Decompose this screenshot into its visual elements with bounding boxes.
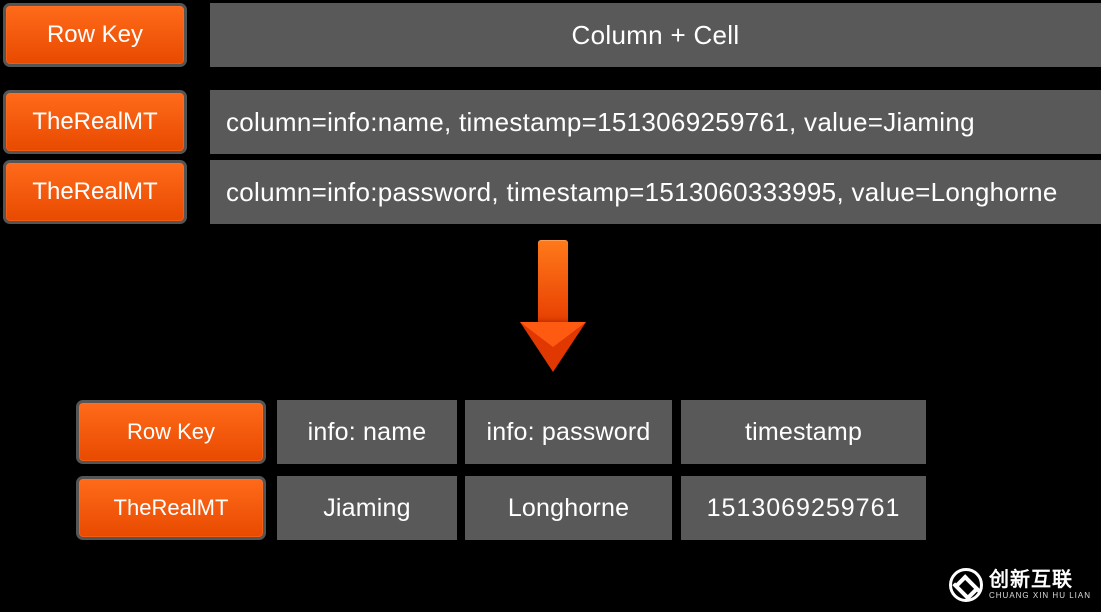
cell-info-name-value: Jiaming: [323, 494, 411, 523]
rowkey-header-top: Row Key: [3, 3, 187, 67]
col-info-password-header-label: info: password: [487, 418, 651, 447]
cell-info-password-value: Longhorne: [508, 494, 629, 523]
col-info-password-header: info: password: [465, 400, 672, 464]
brand-logo-cn: 创新互联: [989, 570, 1091, 590]
cell-text-2: column=info:password, timestamp=15130603…: [210, 160, 1101, 224]
bottom-header-row: Row Key info: name info: password timest…: [76, 400, 926, 464]
cell-timestamp: 1513069259761: [681, 476, 926, 540]
cell-info-password: Longhorne: [465, 476, 672, 540]
brand-logo-icon: [949, 568, 983, 602]
rowkey-header-bottom-label: Row Key: [127, 419, 215, 445]
arrow-down-icon: [520, 240, 586, 375]
bottom-data-row: TheRealMT Jiaming Longhorne 151306925976…: [76, 476, 926, 540]
rowkey-cell-1: TheRealMT: [3, 90, 187, 154]
rowkey-header-label: Row Key: [47, 21, 143, 49]
rowkey-data-bottom: TheRealMT: [76, 476, 266, 540]
column-cell-header: Column + Cell: [210, 3, 1101, 67]
brand-logo-en: CHUANG XIN HU LIAN: [989, 592, 1091, 600]
top-header-row: Row Key Column + Cell: [0, 3, 1101, 71]
cell-info-name: Jiaming: [277, 476, 457, 540]
rowkey-data-bottom-label: TheRealMT: [114, 495, 229, 521]
cell-text-1-value: column=info:name, timestamp=151306925976…: [226, 107, 975, 138]
rowkey-header-bottom: Row Key: [76, 400, 266, 464]
brand-logo: 创新互联 CHUANG XIN HU LIAN: [949, 568, 1091, 602]
rowkey-cell-2: TheRealMT: [3, 160, 187, 224]
brand-logo-text: 创新互联 CHUANG XIN HU LIAN: [989, 570, 1091, 600]
top-data-row-2: TheRealMT column=info:password, timestam…: [0, 160, 1101, 228]
cell-text-1: column=info:name, timestamp=151306925976…: [210, 90, 1101, 154]
cell-timestamp-value: 1513069259761: [707, 494, 901, 523]
rowkey-cell-2-label: TheRealMT: [32, 178, 157, 206]
rowkey-cell-1-label: TheRealMT: [32, 108, 157, 136]
column-cell-header-label: Column + Cell: [572, 20, 740, 51]
col-timestamp-header-label: timestamp: [745, 418, 862, 447]
col-info-name-header: info: name: [277, 400, 457, 464]
col-info-name-header-label: info: name: [308, 418, 427, 447]
col-timestamp-header: timestamp: [681, 400, 926, 464]
cell-text-2-value: column=info:password, timestamp=15130603…: [226, 177, 1058, 208]
top-data-row-1: TheRealMT column=info:name, timestamp=15…: [0, 90, 1101, 158]
